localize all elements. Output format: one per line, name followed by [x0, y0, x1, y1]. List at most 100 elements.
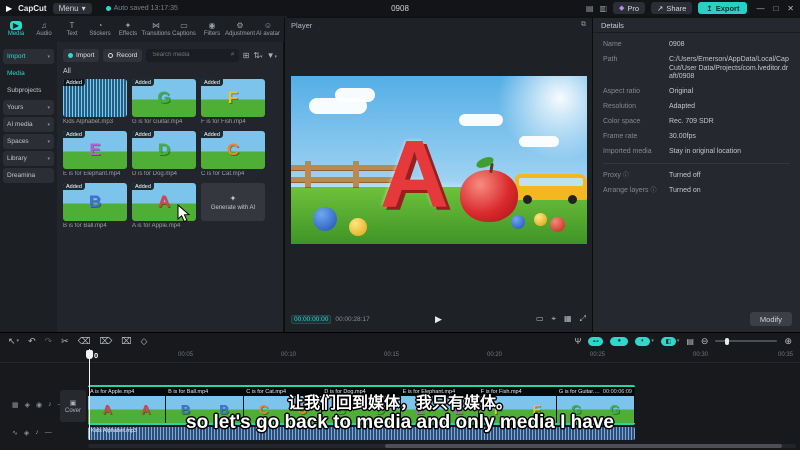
ratio-icon[interactable]: ▭	[536, 314, 544, 324]
tab-ai-avatar[interactable]: ☺ AI avatar	[254, 21, 282, 37]
fullscreen-icon[interactable]: ⤢	[580, 314, 586, 324]
sidebar-item-label: Subprojects	[7, 87, 42, 94]
redo-icon[interactable]: ↷	[45, 336, 53, 347]
close-button[interactable]: ✕	[787, 4, 794, 13]
current-time: 00:00:00:00	[291, 314, 332, 324]
tab-adjustment[interactable]: ⚙ Adjustment	[225, 21, 255, 37]
ruler-label: 00:35	[778, 352, 794, 358]
layout-toggle-icon[interactable]: ▤	[586, 4, 594, 13]
import-dot-icon	[68, 52, 73, 58]
tab-label: AI avatar	[255, 31, 280, 37]
tab-captions[interactable]: ▭ Captions	[170, 21, 198, 37]
detach-player-icon[interactable]: ⧉	[581, 21, 586, 29]
playhead-handle[interactable]	[86, 350, 93, 359]
apple	[459, 155, 518, 223]
generate-with-ai-tile[interactable]: ✦ Generate with AI	[201, 183, 265, 229]
sidebar-item-media[interactable]: Media	[3, 66, 54, 81]
tab-media[interactable]: ▶ Media	[2, 21, 30, 37]
resolution-icon[interactable]: ▦	[564, 314, 572, 324]
filters-icon: ◉	[208, 21, 216, 30]
ball-blue-small	[511, 214, 525, 229]
filmstrip-icon[interactable]: ▤	[686, 337, 694, 346]
ball-blue	[313, 206, 337, 231]
delete-right-icon[interactable]: ⌦	[99, 336, 112, 347]
detail-label: Aspect ratio	[603, 88, 640, 95]
ruler-label: 00:25	[590, 352, 606, 358]
record-label: Record	[116, 51, 138, 59]
voiceover-mic-icon[interactable]: Ψ	[575, 337, 582, 346]
minimize-button[interactable]: —	[756, 4, 764, 13]
tab-label: Effects	[118, 31, 138, 37]
detail-value: Turned off	[669, 172, 701, 179]
media-content: Import Record ⌕ ⊞ ⇅▾ ▼▾ All Added Kids A…	[57, 42, 283, 332]
import-button[interactable]: Import	[63, 48, 100, 62]
media-item-g-guitar[interactable]: Added G G is for Guitar.mp4	[132, 79, 196, 125]
panel-layout-icon[interactable]: ▥	[599, 4, 607, 13]
sidebar-item-ai-media[interactable]: AI media ▾	[3, 117, 54, 132]
preview-axis-toggle[interactable]: ◐	[635, 336, 651, 346]
sidebar-item-import[interactable]: Import ▾	[3, 49, 54, 64]
frame-detect-icon[interactable]: ⌖	[552, 314, 557, 324]
delete-icon[interactable]: ⌧	[121, 336, 131, 347]
link-toggle[interactable]: ●	[610, 336, 629, 346]
import-label: Import	[76, 51, 95, 59]
search-input[interactable]	[150, 51, 229, 59]
tab-effects[interactable]: ✦ Effects	[114, 21, 142, 37]
sidebar-item-library[interactable]: Library ▾	[3, 151, 54, 166]
tab-stickers[interactable]: ◔ Stickers	[86, 21, 114, 37]
filter-icon[interactable]: ▼▾	[267, 51, 277, 60]
timeline-ruler[interactable]: 00:05 00:10 00:15 00:20 00:25 00:30 00:3…	[0, 349, 800, 363]
split-icon[interactable]: ✂	[61, 336, 69, 347]
media-item-e-elephant[interactable]: Added E E is for Elephant.mp4	[63, 131, 127, 177]
tab-audio[interactable]: ♫ Audio	[30, 21, 58, 37]
detail-label: Resolution	[603, 103, 637, 110]
keyframe-icon[interactable]: ◇	[141, 336, 148, 347]
select-tool-icon[interactable]: ↖ ▾	[8, 336, 19, 347]
delete-left-icon[interactable]: ⌫	[78, 336, 91, 347]
tab-transitions[interactable]: ⋈ Transitions	[141, 21, 170, 37]
media-item-d-dog[interactable]: Added D D is for Dog.mp4	[132, 131, 196, 177]
undo-icon[interactable]: ↶	[28, 336, 36, 347]
search-box[interactable]: ⌕	[146, 48, 239, 62]
autosave-status: Auto saved 13:17:35	[105, 5, 178, 12]
track-height-toggle[interactable]: ◧	[660, 336, 676, 346]
scrollbar-thumb[interactable]	[385, 444, 782, 448]
menu-button[interactable]: Menu ▾	[52, 2, 92, 14]
detail-row-imported-media: Imported media Stay in original location	[603, 148, 790, 157]
detail-value: Original	[669, 88, 694, 95]
modify-button[interactable]: Modify	[749, 312, 792, 326]
maximize-button[interactable]: □	[773, 4, 778, 13]
tab-text[interactable]: T Text	[58, 21, 86, 37]
tab-filters[interactable]: ◉ Filters	[198, 21, 226, 37]
media-item-c-cat[interactable]: Added C C is for Cat.mp4	[201, 131, 265, 177]
timeline-zoom-slider[interactable]	[715, 337, 778, 345]
sidebar-item-yours[interactable]: Yours ▾	[3, 100, 54, 115]
zoom-in-icon[interactable]: ⊕	[784, 336, 792, 347]
media-item-b-ball[interactable]: Added B B is for Ball.mp4	[63, 183, 127, 229]
sidebar-item-subprojects[interactable]: Subprojects	[3, 83, 54, 98]
media-item-kids-alphabet[interactable]: Added Kids Alphabet.mp3	[63, 79, 127, 125]
chevron-down-icon: ▾	[260, 53, 263, 60]
generate-label: Generate with AI	[210, 204, 256, 211]
slider-handle[interactable]	[725, 337, 730, 345]
select-glyph: ↖	[8, 335, 16, 346]
detail-label: Name	[603, 41, 622, 48]
pro-button[interactable]: ◆ Pro	[613, 2, 646, 14]
share-button[interactable]: ↗ Share	[651, 2, 693, 14]
tab-label: Captions	[172, 31, 196, 37]
magnet-snap-toggle[interactable]: ⊷	[588, 336, 604, 346]
added-badge: Added	[63, 183, 85, 190]
sidebar-item-dreamina[interactable]: Dreamina	[3, 168, 54, 183]
sidebar-item-spaces[interactable]: Spaces ▾	[3, 134, 54, 149]
sort-icon[interactable]: ⇅▾	[253, 51, 262, 60]
detail-row-path: Path C:/Users/Emerson/AppData/Local/CapCu…	[603, 56, 790, 82]
record-button[interactable]: Record	[103, 48, 143, 62]
grid-view-icon[interactable]: ⊞	[243, 51, 250, 60]
horizontal-scrollbar[interactable]	[88, 444, 796, 448]
export-button[interactable]: ↥ Export	[698, 2, 748, 14]
chevron-down-icon: ▾	[47, 155, 50, 162]
zoom-out-icon[interactable]: ⊖	[701, 336, 709, 347]
video-preview[interactable]: A	[291, 76, 587, 244]
media-item-f-fish[interactable]: Added F F is for Fish.mp4	[201, 79, 265, 125]
detail-value: Rec. 709 SDR	[669, 118, 714, 125]
